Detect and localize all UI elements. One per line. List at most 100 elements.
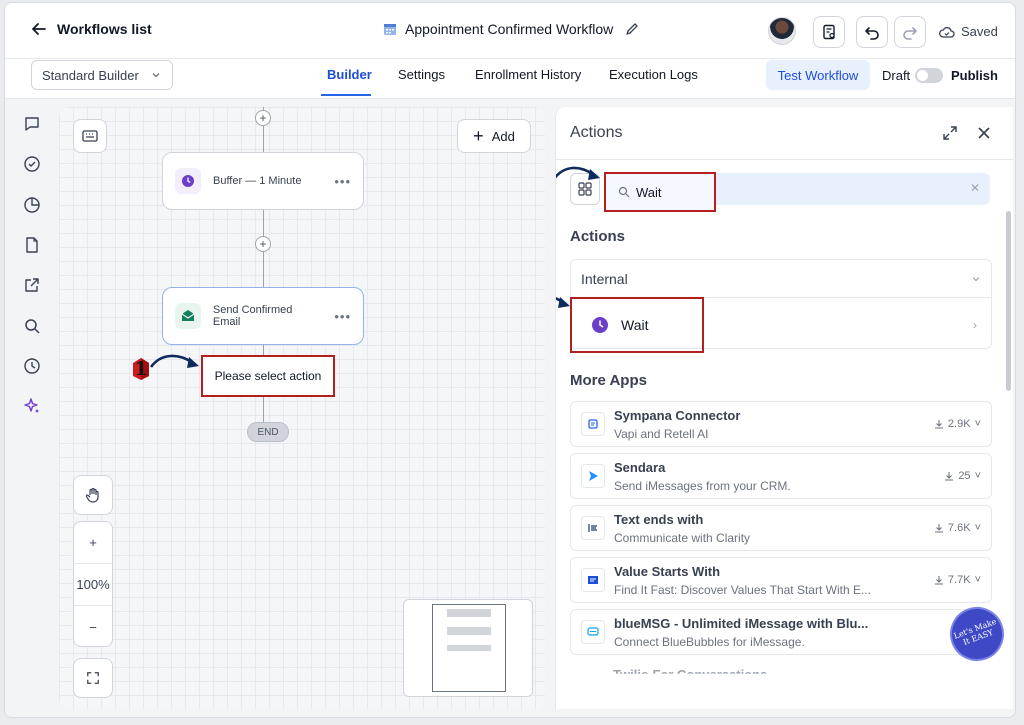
undo-icon [865, 27, 879, 40]
calendar-icon [384, 24, 396, 35]
cloud-check-icon [939, 26, 955, 38]
node-menu-icon[interactable]: ••• [334, 309, 351, 324]
add-trigger-button[interactable]: + Add [457, 119, 531, 153]
select-action-placeholder[interactable]: Please select action [201, 355, 335, 397]
install-count-value: 7.7K [947, 574, 971, 586]
user-avatar[interactable] [768, 17, 796, 45]
fit-screen-icon [87, 672, 99, 684]
zoom-controls: + 100% − [73, 521, 113, 647]
app-description: Communicate with Clarity [614, 531, 751, 545]
node-label: Send Confirmed Email [212, 304, 293, 328]
app-card[interactable]: blueMSG - Unlimited iMessage with Blu...… [570, 609, 992, 655]
panel-title: Actions [570, 124, 623, 141]
chevron-down-icon [152, 73, 160, 78]
zoom-in-button[interactable]: + [74, 522, 112, 564]
add-label: Add [491, 128, 515, 144]
app-name: Value Starts With [614, 564, 721, 579]
workflow-title-area: Appointment Confirmed Workflow [383, 21, 639, 37]
node-menu-icon[interactable]: ••• [334, 174, 351, 189]
workflow-details-button[interactable] [813, 16, 845, 48]
install-count-value: 7.6K [947, 522, 971, 534]
pencil-icon[interactable] [625, 22, 639, 36]
search-icon [618, 186, 630, 198]
back-to-workflows-link[interactable]: Workflows list [31, 21, 152, 37]
internal-group-header[interactable]: Internal [571, 260, 991, 298]
minimap-viewport [432, 604, 506, 692]
draft-label: Draft [882, 68, 911, 83]
clear-search-icon[interactable]: ✕ [970, 181, 980, 195]
chat-icon[interactable] [23, 115, 41, 133]
app-description: Connect BlueBubbles for iMessage. [614, 635, 805, 649]
node-label: Buffer — 1 Minute [213, 175, 302, 187]
plus-icon: + [473, 126, 484, 146]
connector-line [263, 126, 264, 153]
fit-view-button[interactable] [73, 658, 113, 698]
download-icon [934, 576, 943, 585]
clock-icon[interactable] [23, 357, 41, 375]
publish-label: Publish [951, 68, 998, 83]
app-name: Sympana Connector [614, 408, 741, 423]
tab-execution-logs[interactable]: Execution Logs [609, 67, 698, 82]
external-link-icon[interactable] [23, 276, 41, 294]
check-circle-icon[interactable] [23, 155, 41, 173]
download-icon [934, 524, 943, 533]
annotation-callout-2b: 2 [556, 291, 576, 327]
app-card[interactable]: Text ends with Communicate with Clarity … [570, 505, 992, 551]
wait-highlight-box [570, 297, 704, 353]
hand-icon [85, 487, 99, 503]
install-count: 25 ˅ [944, 470, 981, 482]
workflow-canvas[interactable]: + Add + Buffer — 1 Minute ••• + Send Con… [59, 107, 545, 709]
app-card[interactable]: Sendara Send iMessages from your CRM. 25… [570, 453, 992, 499]
install-count: 7.7K ˅ [934, 574, 981, 586]
end-node: END [247, 422, 289, 442]
tab-enrollment-history[interactable]: Enrollment History [475, 67, 581, 82]
app-name: Text ends with [614, 512, 704, 527]
minimap-node [447, 627, 491, 635]
pan-tool-button[interactable] [73, 475, 113, 515]
redo-button[interactable] [894, 16, 926, 48]
download-icon [934, 420, 943, 429]
keyboard-icon [82, 130, 98, 142]
more-apps-heading: More Apps [570, 372, 647, 389]
app-card[interactable]: Value Starts With Find It Fast: Discover… [570, 557, 992, 603]
add-step-button[interactable]: + [255, 110, 271, 126]
publish-toggle[interactable] [915, 68, 943, 83]
workflow-node-buffer[interactable]: Buffer — 1 Minute ••• [162, 152, 364, 210]
actions-section-heading: Actions [570, 228, 626, 245]
value-starts-with-logo-icon [581, 568, 605, 592]
test-workflow-button[interactable]: Test Workflow [766, 60, 870, 90]
zoom-out-button[interactable]: − [74, 606, 112, 648]
undo-button[interactable] [856, 16, 888, 48]
chevron-right-icon: › [973, 318, 977, 332]
zoom-level: 100% [74, 564, 112, 606]
search-icon[interactable] [23, 317, 41, 335]
arrow-left-icon [32, 23, 46, 35]
add-step-button[interactable]: + [255, 236, 271, 252]
sparkle-icon[interactable] [23, 397, 41, 415]
group-label: Internal [581, 270, 628, 287]
document-settings-icon [823, 24, 835, 40]
app-description: Send iMessages from your CRM. [614, 479, 791, 493]
pie-chart-icon[interactable] [23, 196, 41, 214]
action-search-input[interactable]: Wait [604, 172, 716, 212]
workflow-node-send-email[interactable]: Send Confirmed Email ••• [162, 287, 364, 345]
app-window: Workflows list Appointment Confirmed Wor… [4, 2, 1016, 718]
minimap-node [447, 609, 491, 617]
canvas-minimap[interactable] [403, 599, 533, 697]
install-count-value: 25 [958, 470, 971, 482]
connector-line [263, 252, 264, 288]
annotation-arrow [556, 166, 600, 180]
builder-mode-select[interactable]: Standard Builder [31, 60, 173, 90]
tab-settings[interactable]: Settings [398, 67, 445, 82]
panel-scrollbar[interactable] [1006, 211, 1011, 391]
expand-icon[interactable] [942, 125, 958, 141]
keyboard-shortcuts-button[interactable] [73, 119, 107, 153]
top-bar: Workflows list Appointment Confirmed Wor… [5, 3, 1015, 59]
install-count-value: 2.9K [947, 418, 971, 430]
document-icon[interactable] [23, 236, 41, 254]
app-description: Vapi and Retell AI [614, 427, 709, 441]
close-icon[interactable] [976, 125, 992, 141]
builder-toolbar: Standard Builder Builder Settings Enroll… [5, 59, 1015, 99]
tab-builder[interactable]: Builder [327, 67, 372, 82]
app-card[interactable]: Sympana Connector Vapi and Retell AI 2.9… [570, 401, 992, 447]
